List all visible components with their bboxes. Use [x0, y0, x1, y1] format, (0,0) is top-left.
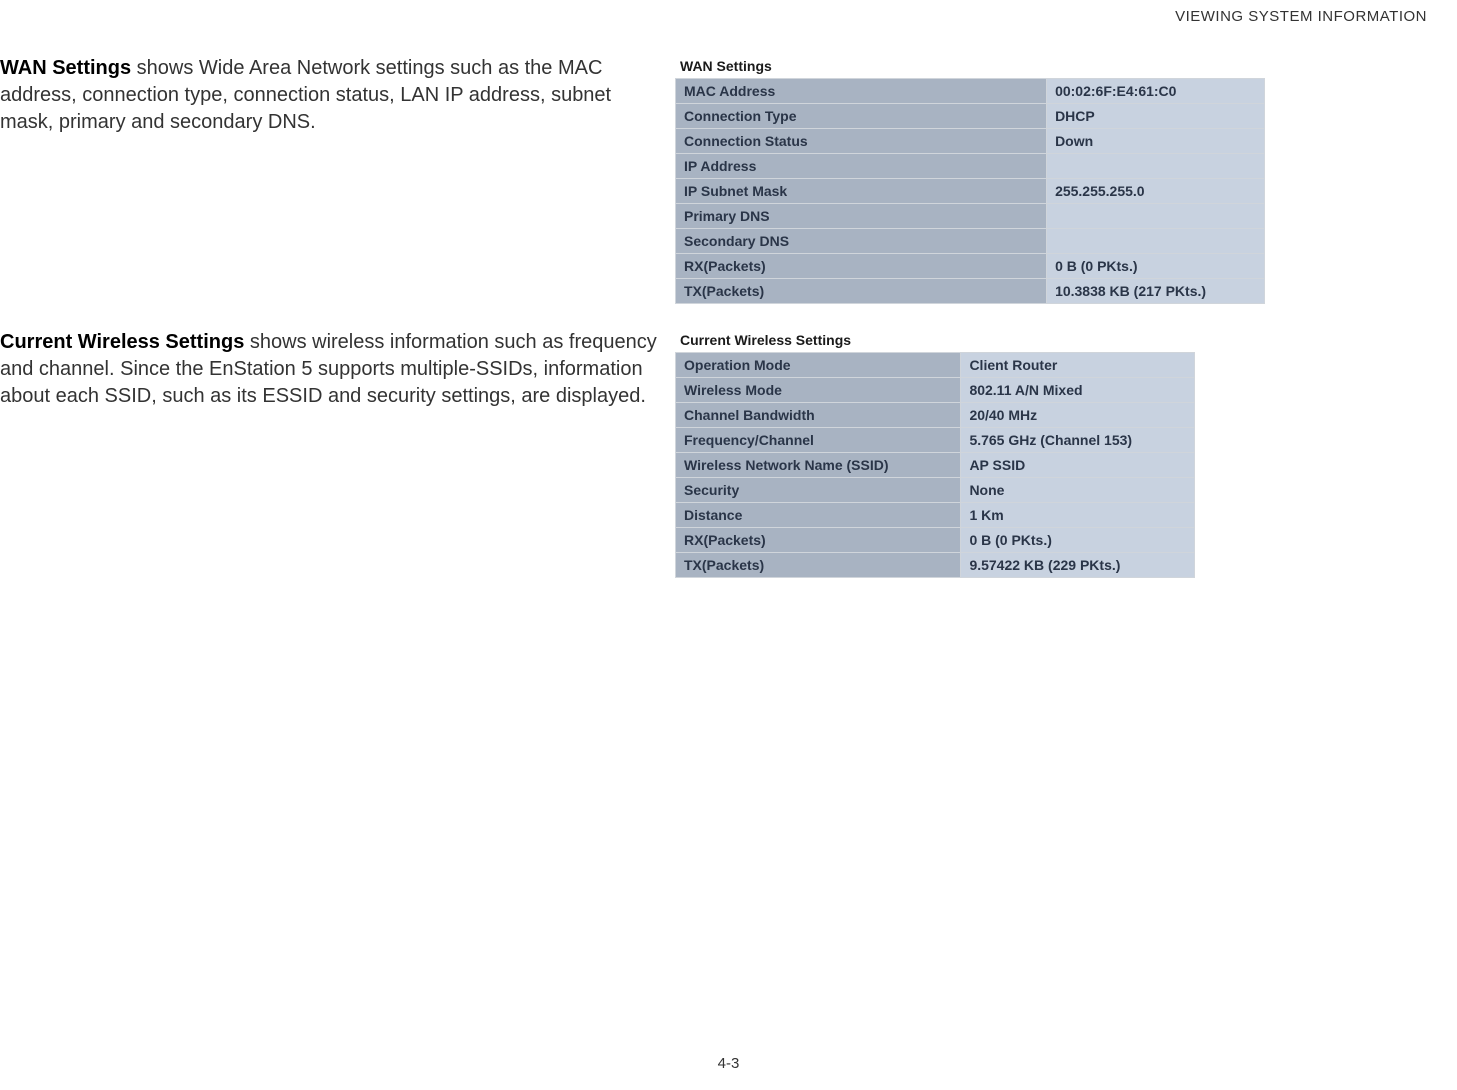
table-row: RX(Packets)0 B (0 PKts.) [676, 254, 1265, 279]
table-row: RX(Packets)0 B (0 PKts.) [676, 528, 1195, 553]
wireless-row-label: Wireless Network Name (SSID) [676, 453, 961, 478]
wan-description: WAN Settings shows Wide Area Network set… [0, 55, 675, 136]
wan-row-value [1047, 154, 1265, 179]
table-row: Frequency/Channel5.765 GHz (Channel 153) [676, 428, 1195, 453]
wireless-row-value: 802.11 A/N Mixed [961, 378, 1195, 403]
wireless-row-label: Security [676, 478, 961, 503]
wireless-settings-table: Operation ModeClient RouterWireless Mode… [675, 352, 1195, 578]
wan-title-bold: WAN Settings [0, 57, 131, 79]
wireless-row-value: 9.57422 KB (229 PKts.) [961, 553, 1195, 578]
wan-row-value: 255.255.255.0 [1047, 179, 1265, 204]
table-row: Primary DNS [676, 204, 1265, 229]
wan-row-value: 0 B (0 PKts.) [1047, 254, 1265, 279]
table-row: Connection StatusDown [676, 129, 1265, 154]
wan-panel-title: WAN Settings [675, 55, 1265, 78]
table-row: TX(Packets)9.57422 KB (229 PKts.) [676, 553, 1195, 578]
wireless-row-value: None [961, 478, 1195, 503]
wireless-row-value: 5.765 GHz (Channel 153) [961, 428, 1195, 453]
table-row: Secondary DNS [676, 229, 1265, 254]
wireless-row-value: AP SSID [961, 453, 1195, 478]
wireless-row-value: Client Router [961, 353, 1195, 378]
wan-row-value: 00:02:6F:E4:61:C0 [1047, 79, 1265, 104]
table-row: Wireless Network Name (SSID)AP SSID [676, 453, 1195, 478]
table-row: MAC Address00:02:6F:E4:61:C0 [676, 79, 1265, 104]
page-number: 4-3 [718, 1055, 740, 1072]
table-row: IP Subnet Mask255.255.255.0 [676, 179, 1265, 204]
wan-settings-panel: WAN Settings MAC Address00:02:6F:E4:61:C… [675, 55, 1265, 304]
wireless-title-bold: Current Wireless Settings [0, 331, 244, 353]
wireless-row-label: Operation Mode [676, 353, 961, 378]
wireless-row-value: 20/40 MHz [961, 403, 1195, 428]
wireless-row-label: Frequency/Channel [676, 428, 961, 453]
table-row: Channel Bandwidth20/40 MHz [676, 403, 1195, 428]
table-row: Distance1 Km [676, 503, 1195, 528]
table-row: Operation ModeClient Router [676, 353, 1195, 378]
wan-row-label: Connection Status [676, 129, 1047, 154]
table-row: TX(Packets)10.3838 KB (217 PKts.) [676, 279, 1265, 304]
wireless-row-label: Distance [676, 503, 961, 528]
wan-row-label: RX(Packets) [676, 254, 1047, 279]
wan-section: WAN Settings shows Wide Area Network set… [0, 55, 1427, 304]
wireless-description: Current Wireless Settings shows wireless… [0, 329, 675, 410]
wan-row-value [1047, 229, 1265, 254]
wireless-panel-title: Current Wireless Settings [675, 329, 1195, 352]
wan-row-label: IP Address [676, 154, 1047, 179]
table-row: Connection TypeDHCP [676, 104, 1265, 129]
wan-row-label: MAC Address [676, 79, 1047, 104]
wireless-row-label: Wireless Mode [676, 378, 961, 403]
table-row: Wireless Mode802.11 A/N Mixed [676, 378, 1195, 403]
wan-row-label: IP Subnet Mask [676, 179, 1047, 204]
page-header: VIEWING SYSTEM INFORMATION [1175, 8, 1427, 25]
wan-settings-table: MAC Address00:02:6F:E4:61:C0Connection T… [675, 78, 1265, 304]
wan-row-label: Secondary DNS [676, 229, 1047, 254]
wireless-row-value: 0 B (0 PKts.) [961, 528, 1195, 553]
wan-row-label: Connection Type [676, 104, 1047, 129]
wireless-row-label: Channel Bandwidth [676, 403, 961, 428]
wireless-row-value: 1 Km [961, 503, 1195, 528]
wireless-settings-panel: Current Wireless Settings Operation Mode… [675, 329, 1195, 578]
wan-row-label: Primary DNS [676, 204, 1047, 229]
content-area: WAN Settings shows Wide Area Network set… [0, 0, 1457, 578]
wan-row-label: TX(Packets) [676, 279, 1047, 304]
wan-row-value: Down [1047, 129, 1265, 154]
table-row: IP Address [676, 154, 1265, 179]
wireless-section: Current Wireless Settings shows wireless… [0, 329, 1427, 578]
table-row: SecurityNone [676, 478, 1195, 503]
wan-row-value: DHCP [1047, 104, 1265, 129]
wan-row-value: 10.3838 KB (217 PKts.) [1047, 279, 1265, 304]
wireless-row-label: RX(Packets) [676, 528, 961, 553]
wireless-row-label: TX(Packets) [676, 553, 961, 578]
wan-row-value [1047, 204, 1265, 229]
